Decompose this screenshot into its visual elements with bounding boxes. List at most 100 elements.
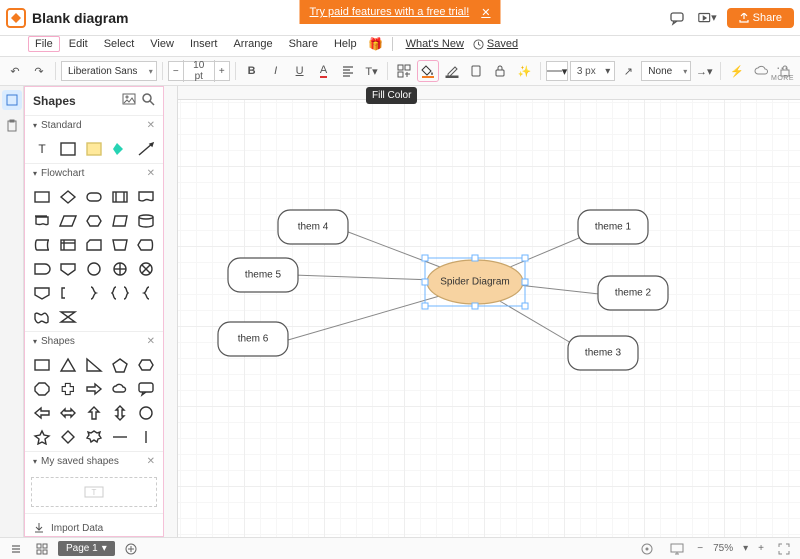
trial-banner-close-icon[interactable]: ✕ — [481, 6, 490, 19]
trial-banner-text[interactable]: Try paid features with a free trial! — [310, 6, 470, 18]
shape-block[interactable] — [57, 139, 79, 159]
fc-decision[interactable] — [57, 187, 79, 207]
lock-icon[interactable] — [489, 60, 511, 82]
sh-hline[interactable] — [109, 427, 131, 447]
fc-multidoc[interactable] — [31, 211, 53, 231]
sh-arrow-u[interactable] — [83, 403, 105, 423]
fc-input[interactable] — [109, 211, 131, 231]
sh-rect[interactable] — [31, 355, 53, 375]
section-saved-shapes[interactable]: ▾My saved shapes✕ — [25, 452, 163, 471]
line-style-select[interactable]: ▾ — [546, 61, 568, 81]
fc-brace-l[interactable] — [135, 283, 157, 303]
search-shapes-icon[interactable] — [142, 93, 155, 109]
sh-callout[interactable] — [135, 379, 157, 399]
node-theme-3[interactable]: theme 3 — [585, 348, 622, 359]
left-tab-shapes[interactable] — [2, 90, 22, 110]
section-standard-close-icon[interactable]: ✕ — [147, 120, 155, 131]
shape-arrow-line[interactable] — [135, 139, 157, 159]
stroke-width-value[interactable]: 3 px — [571, 66, 601, 77]
fc-collate[interactable] — [57, 307, 79, 327]
font-size-dec[interactable]: − — [169, 66, 183, 77]
fc-brace-r[interactable] — [83, 283, 105, 303]
section-shapes[interactable]: ▾Shapes✕ — [25, 332, 163, 351]
cloud-icon[interactable] — [750, 60, 772, 82]
comments-icon[interactable] — [667, 8, 687, 28]
fc-brace-both[interactable] — [109, 283, 131, 303]
shape-action[interactable] — [109, 139, 131, 159]
fc-delay[interactable] — [31, 259, 53, 279]
menu-edit[interactable]: Edit — [62, 36, 95, 52]
bb-target-icon[interactable] — [637, 539, 657, 559]
menu-insert[interactable]: Insert — [183, 36, 225, 52]
menu-whats-new[interactable]: What's New — [399, 36, 471, 52]
node-theme-5[interactable]: theme 5 — [245, 270, 282, 281]
left-tab-clipboard[interactable] — [2, 116, 22, 136]
zoom-value[interactable]: 75% — [713, 543, 733, 554]
menu-view[interactable]: View — [143, 36, 181, 52]
saved-shapes-dropzone[interactable]: T — [31, 477, 157, 507]
underline-icon[interactable]: U — [289, 60, 311, 82]
fc-card[interactable] — [83, 235, 105, 255]
components-icon[interactable] — [393, 60, 415, 82]
toolbar-more[interactable]: MORE — [771, 61, 794, 82]
bb-list-icon[interactable] — [6, 539, 26, 559]
stroke-width-caret[interactable]: ▾ — [601, 66, 614, 77]
ruler-vertical[interactable] — [164, 86, 178, 537]
magic-icon[interactable]: ✨ — [513, 60, 535, 82]
border-color-icon[interactable] — [441, 60, 463, 82]
sh-tri-r[interactable] — [83, 355, 105, 375]
bb-presentation-icon[interactable] — [667, 539, 687, 559]
section-shapes-close-icon[interactable]: ✕ — [147, 336, 155, 347]
fc-storage[interactable] — [31, 235, 53, 255]
share-button[interactable]: Share — [727, 8, 794, 28]
arrow-start-select[interactable]: None — [641, 61, 691, 81]
font-size-value[interactable]: 10 pt — [183, 60, 215, 82]
stroke-width-stepper[interactable]: 3 px ▾ — [570, 61, 615, 81]
fc-merge[interactable] — [31, 283, 53, 303]
present-icon[interactable]: ▾ — [697, 8, 717, 28]
fc-manual[interactable] — [109, 235, 131, 255]
menu-share[interactable]: Share — [282, 36, 325, 52]
zoom-out-icon[interactable]: − — [697, 543, 703, 554]
fc-data[interactable] — [57, 211, 79, 231]
menu-file[interactable]: File — [28, 36, 60, 52]
menu-arrange[interactable]: Arrange — [226, 36, 279, 52]
sh-tri[interactable] — [57, 355, 79, 375]
bb-fullscreen-icon[interactable] — [774, 539, 794, 559]
fc-tape[interactable] — [31, 307, 53, 327]
image-shape-icon[interactable] — [122, 93, 136, 109]
flash-icon[interactable]: ⚡ — [726, 60, 748, 82]
canvas[interactable]: them 4 theme 5 them 6 theme 1 theme 2 th… — [164, 86, 800, 537]
document-title[interactable]: Blank diagram — [32, 10, 128, 26]
sh-star[interactable] — [31, 427, 53, 447]
fc-note[interactable] — [57, 283, 79, 303]
font-size-inc[interactable]: + — [215, 66, 229, 77]
fc-document[interactable] — [135, 187, 157, 207]
fc-process[interactable] — [31, 187, 53, 207]
sh-arrow-r[interactable] — [83, 379, 105, 399]
fc-or[interactable] — [109, 259, 131, 279]
section-saved-close-icon[interactable]: ✕ — [147, 456, 155, 467]
section-standard[interactable]: ▾Standard✕ — [25, 116, 163, 135]
sh-circle[interactable] — [135, 403, 157, 423]
italic-icon[interactable]: I — [265, 60, 287, 82]
sh-hex[interactable] — [135, 355, 157, 375]
text-color-icon[interactable]: A — [313, 60, 335, 82]
font-size-stepper[interactable]: − 10 pt + — [168, 61, 230, 81]
redo-icon[interactable]: ↷ — [28, 60, 50, 82]
section-flowchart-close-icon[interactable]: ✕ — [147, 168, 155, 179]
node-theme-2[interactable]: theme 2 — [615, 288, 652, 299]
fc-sum[interactable] — [135, 259, 157, 279]
fc-display[interactable] — [135, 235, 157, 255]
sh-arrow-ud[interactable] — [109, 403, 131, 423]
ruler-horizontal[interactable] — [164, 86, 800, 100]
shape-text[interactable]: T — [31, 139, 53, 159]
fc-offpage[interactable] — [57, 259, 79, 279]
page-tab[interactable]: Page 1▾ — [58, 541, 115, 556]
fc-terminator[interactable] — [83, 187, 105, 207]
shape-options-icon[interactable] — [465, 60, 487, 82]
node-theme-1[interactable]: theme 1 — [595, 222, 632, 233]
fc-predefined[interactable] — [109, 187, 131, 207]
node-them-4[interactable]: them 4 — [298, 222, 329, 233]
sh-arrow-lr[interactable] — [57, 403, 79, 423]
